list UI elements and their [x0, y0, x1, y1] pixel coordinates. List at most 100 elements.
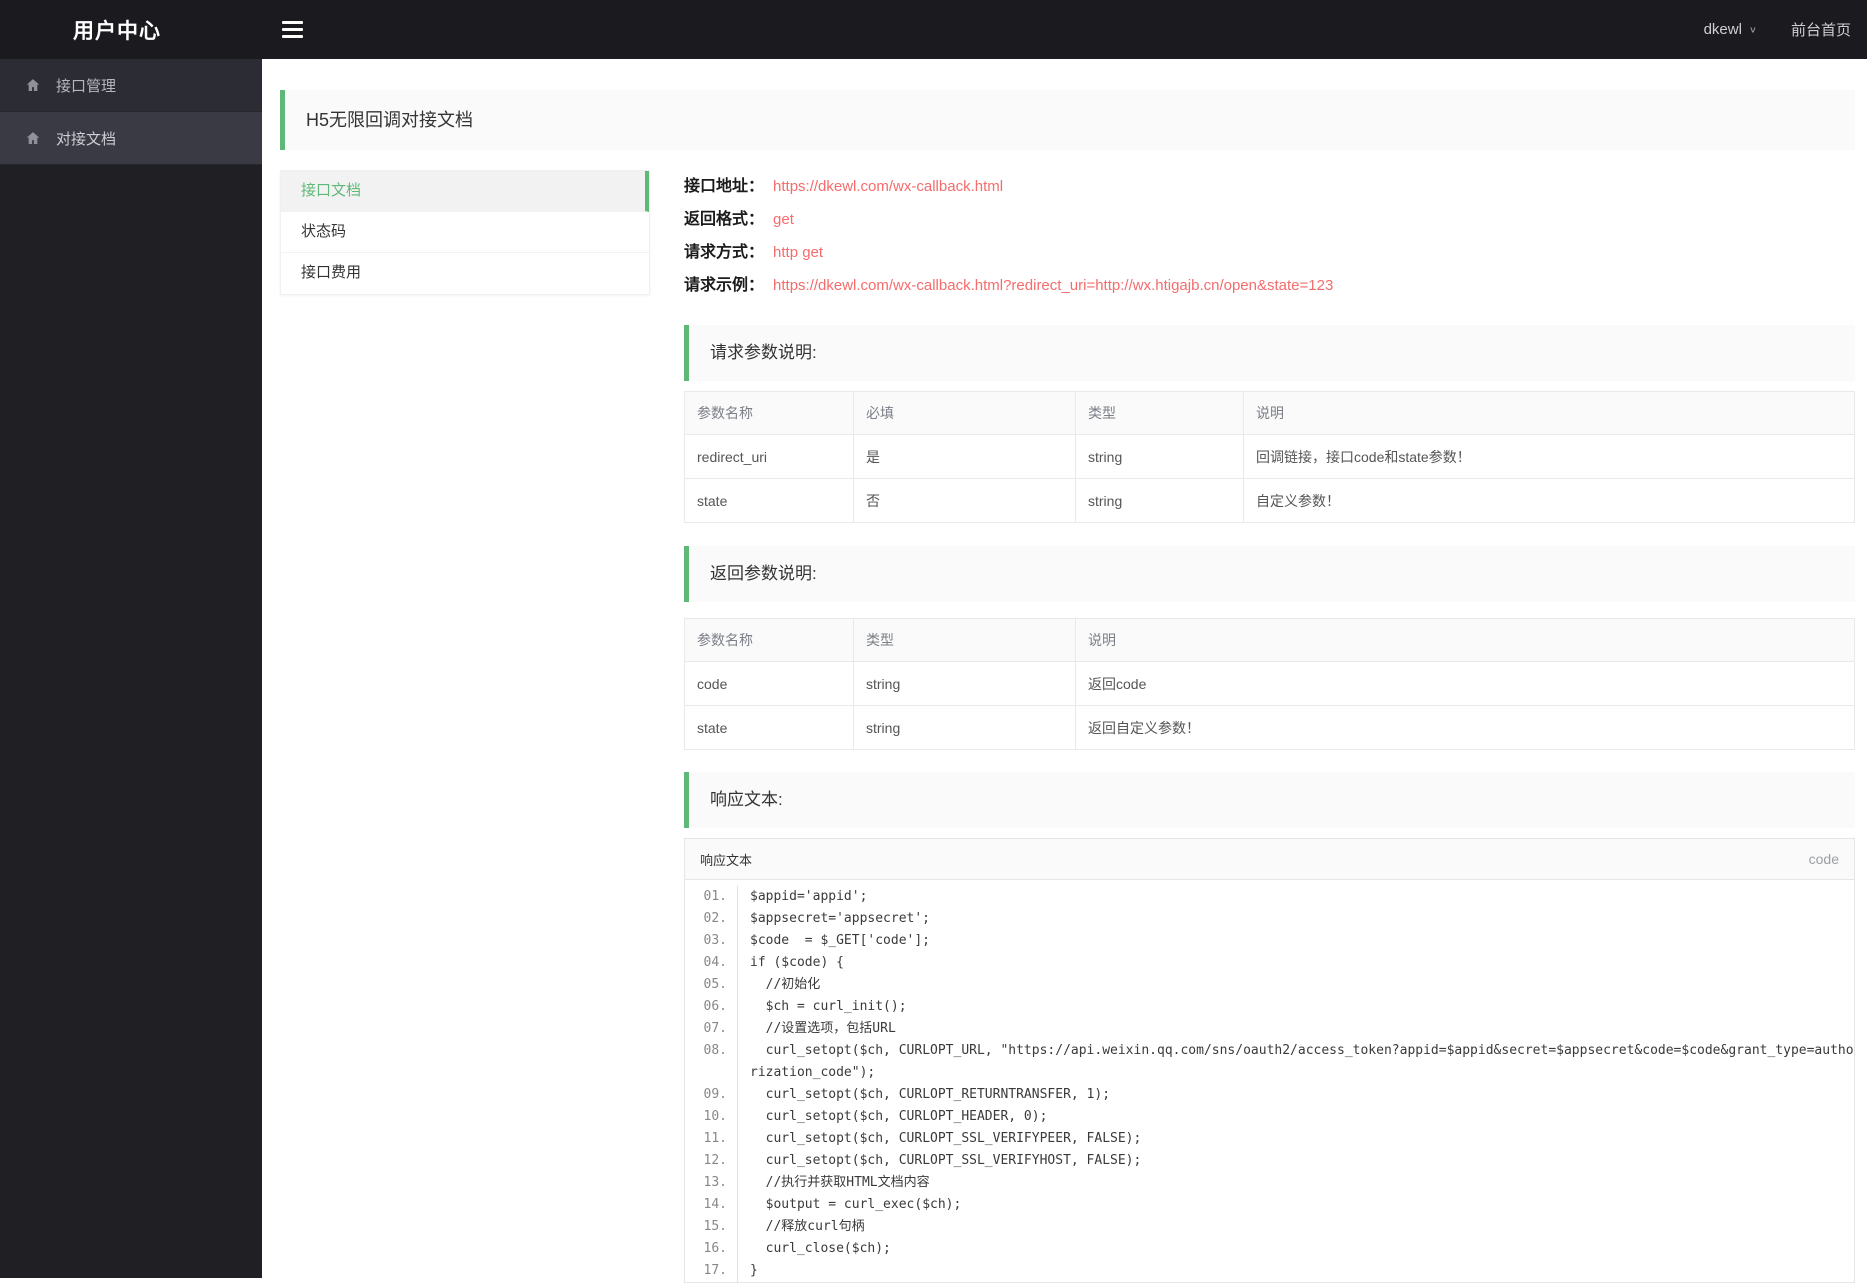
code-text: $appid='appid';: [738, 886, 1854, 908]
api-field-link[interactable]: https://dkewl.com/wx-callback.html?redir…: [773, 277, 1333, 294]
code-line: 11. curl_setopt($ch, CURLOPT_SSL_VERIFYP…: [685, 1128, 1854, 1150]
table-cell: 自定义参数！: [1244, 479, 1855, 523]
table-cell: 否: [854, 479, 1076, 523]
submenu-item-1[interactable]: 接口文档: [281, 171, 649, 212]
code-line: 06. $ch = curl_init();: [685, 996, 1854, 1018]
doc-submenu: 接口文档状态码接口费用: [280, 170, 650, 295]
table-cell: 返回code: [1076, 662, 1855, 706]
line-number: 11.: [685, 1128, 738, 1150]
code-line: 09. curl_setopt($ch, CURLOPT_RETURNTRANS…: [685, 1084, 1854, 1106]
table-header-cell: 参数名称: [685, 619, 854, 662]
line-number: 15.: [685, 1216, 738, 1238]
table-row: statestring返回自定义参数！: [685, 706, 1855, 750]
table-cell: 回调链接，接口code和state参数！: [1244, 435, 1855, 479]
response-params-table: 参数名称类型说明codestring返回codestatestring返回自定义…: [684, 618, 1855, 750]
code-language-badge: code: [1809, 851, 1839, 867]
table-row: redirect_uri是string回调链接，接口code和state参数！: [685, 435, 1855, 479]
chevron-down-icon: ∨: [1749, 24, 1757, 34]
table-header-cell: 类型: [1076, 392, 1244, 435]
code-text: if ($code) {: [738, 952, 1854, 974]
user-menu[interactable]: dkewl ∨: [1704, 21, 1757, 38]
home-icon: [25, 130, 41, 146]
main-content: H5无限回调对接文档 接口文档状态码接口费用 接口地址： https://dkew…: [262, 0, 1867, 1283]
api-field-value: get: [773, 211, 794, 228]
code-text: //释放curl句柄: [738, 1216, 1854, 1238]
line-number: 08.: [685, 1040, 738, 1084]
api-field-label: 请求示例：: [684, 277, 764, 294]
table-cell: string: [1076, 479, 1244, 523]
line-number: 05.: [685, 974, 738, 996]
code-text: //初始化: [738, 974, 1854, 996]
top-navbar: 用户中心 dkewl ∨ 前台首页: [0, 0, 1867, 59]
sidebar-item-1[interactable]: 接口管理: [0, 59, 262, 112]
table-header-cell: 参数名称: [685, 392, 854, 435]
sidebar-item-2[interactable]: 对接文档: [0, 112, 262, 165]
table-row: codestring返回code: [685, 662, 1855, 706]
api-field-row: 接口地址： https://dkewl.com/wx-callback.html: [684, 170, 1855, 203]
table-cell: state: [685, 479, 854, 523]
api-field-row: 请求示例： https://dkewl.com/wx-callback.html?…: [684, 269, 1855, 302]
code-text: curl_setopt($ch, CURLOPT_RETURNTRANSFER,…: [738, 1084, 1854, 1106]
code-panel-title: 响应文本: [700, 850, 752, 869]
code-text: curl_setopt($ch, CURLOPT_URL, "https://a…: [738, 1040, 1854, 1084]
table-header-cell: 必填: [854, 392, 1076, 435]
api-field-label: 返回格式：: [684, 211, 764, 228]
submenu-item-2[interactable]: 状态码: [281, 212, 649, 253]
code-text: }: [738, 1260, 1854, 1282]
code-panel-header: 响应文本 code: [685, 839, 1854, 880]
table-cell: state: [685, 706, 854, 750]
table-header-cell: 类型: [854, 619, 1076, 662]
api-field-label: 接口地址：: [684, 178, 764, 195]
api-field-row: 返回格式： get: [684, 203, 1855, 236]
code-line: 16. curl_close($ch);: [685, 1238, 1854, 1260]
code-text: $code = $_GET['code'];: [738, 930, 1854, 952]
api-field-row: 请求方式：http get: [684, 236, 1855, 269]
api-field-link[interactable]: https://dkewl.com/wx-callback.html: [773, 178, 1003, 195]
api-field-value: http get: [773, 244, 823, 261]
frontend-home-link[interactable]: 前台首页: [1791, 19, 1851, 40]
code-text: $output = curl_exec($ch);: [738, 1194, 1854, 1216]
submenu-item-3[interactable]: 接口费用: [281, 253, 649, 294]
line-number: 02.: [685, 908, 738, 930]
code-body: 01.$appid='appid';02.$appsecret='appsecr…: [685, 880, 1854, 1282]
request-params-section-title: 请求参数说明:: [684, 325, 1855, 381]
table-row: state否string自定义参数！: [685, 479, 1855, 523]
main-row: 接口文档状态码接口费用 接口地址： https://dkewl.com/wx-ca…: [280, 170, 1855, 1283]
table-cell: string: [854, 662, 1076, 706]
table-cell: string: [854, 706, 1076, 750]
code-text: curl_setopt($ch, CURLOPT_SSL_VERIFYPEER,…: [738, 1128, 1854, 1150]
sidebar-menu: 接口管理对接文档: [0, 59, 262, 165]
sidebar-item-label: 对接文档: [56, 128, 116, 149]
code-line: 02.$appsecret='appsecret';: [685, 908, 1854, 930]
hamburger-menu-icon[interactable]: [282, 17, 304, 42]
doc-column: 接口地址： https://dkewl.com/wx-callback.html 返…: [684, 170, 1855, 1283]
code-line: 04.if ($code) {: [685, 952, 1854, 974]
page-title: H5无限回调对接文档: [280, 90, 1855, 150]
code-line: 10. curl_setopt($ch, CURLOPT_HEADER, 0);: [685, 1106, 1854, 1128]
username-label: dkewl: [1704, 21, 1742, 38]
line-number: 14.: [685, 1194, 738, 1216]
code-line: 12. curl_setopt($ch, CURLOPT_SSL_VERIFYH…: [685, 1150, 1854, 1172]
sidebar: 接口管理对接文档: [0, 59, 262, 1278]
sidebar-item-label: 接口管理: [56, 75, 116, 96]
code-text: //执行并获取HTML文档内容: [738, 1172, 1854, 1194]
table-header-cell: 说明: [1076, 619, 1855, 662]
response-params-section-title: 返回参数说明:: [684, 546, 1855, 602]
home-icon: [25, 77, 41, 93]
brand-title: 用户中心: [0, 15, 262, 45]
line-number: 10.: [685, 1106, 738, 1128]
line-number: 12.: [685, 1150, 738, 1172]
code-line: 15. //释放curl句柄: [685, 1216, 1854, 1238]
code-text: curl_setopt($ch, CURLOPT_HEADER, 0);: [738, 1106, 1854, 1128]
line-number: 04.: [685, 952, 738, 974]
code-text: curl_close($ch);: [738, 1238, 1854, 1260]
line-number: 09.: [685, 1084, 738, 1106]
code-line: 07. //设置选项，包括URL: [685, 1018, 1854, 1040]
table-cell: string: [1076, 435, 1244, 479]
table-cell: 返回自定义参数！: [1076, 706, 1855, 750]
code-line: 01.$appid='appid';: [685, 886, 1854, 908]
line-number: 16.: [685, 1238, 738, 1260]
code-line: 13. //执行并获取HTML文档内容: [685, 1172, 1854, 1194]
table-cell: code: [685, 662, 854, 706]
code-text: $appsecret='appsecret';: [738, 908, 1854, 930]
